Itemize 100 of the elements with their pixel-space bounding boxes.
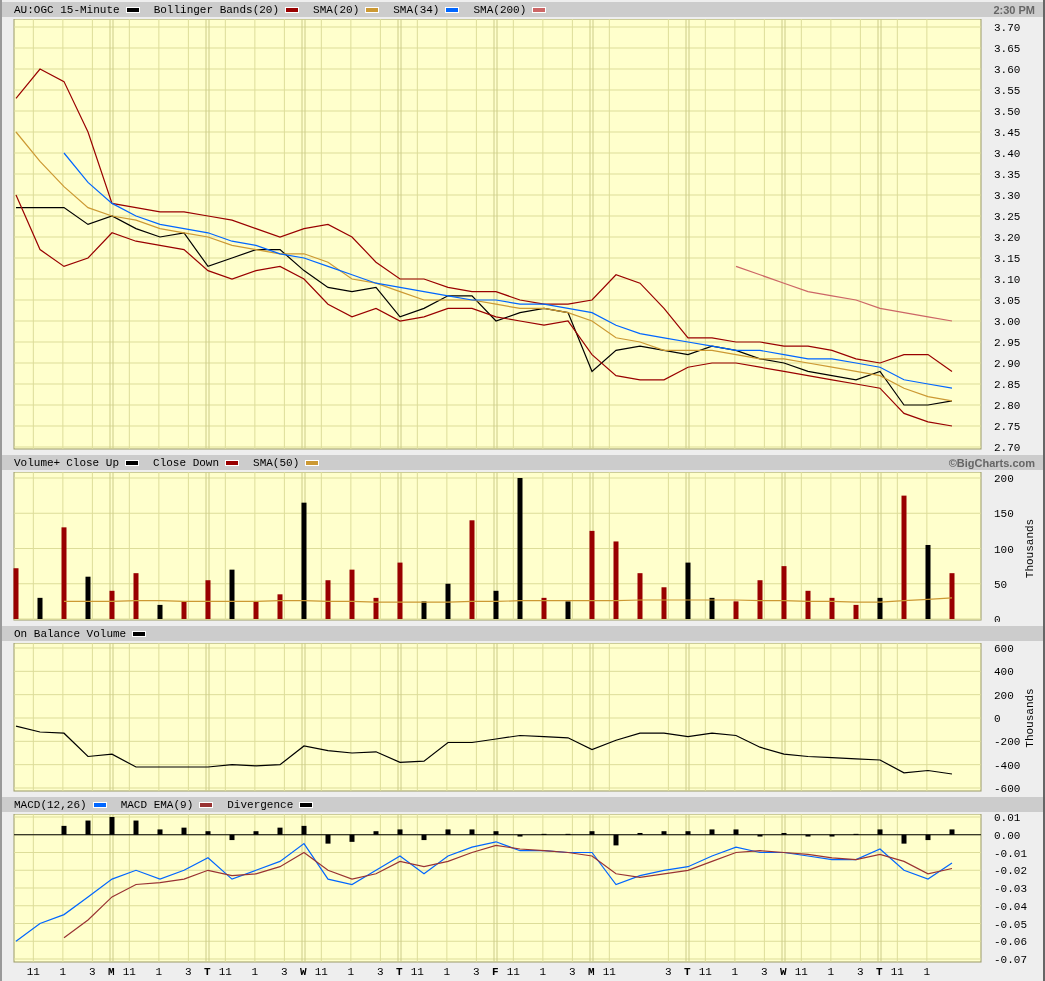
volume-bar xyxy=(493,590,499,619)
legend-label: SMA(34) xyxy=(393,3,440,16)
volume-bar xyxy=(181,601,187,619)
volume-bar xyxy=(637,573,643,619)
legend-label: MACD EMA(9) xyxy=(120,798,194,811)
axis-tick-label: 2.90 xyxy=(994,358,1021,370)
axis-tick-label: -0.07 xyxy=(994,954,1027,966)
axis-tick-label: 100 xyxy=(994,543,1014,556)
volume-bar xyxy=(229,569,235,619)
axis-title: Thousands xyxy=(1024,688,1036,748)
legend-label: Close Down xyxy=(153,456,220,469)
axis-title: Thousands xyxy=(1024,518,1036,579)
legend-label: Close Up xyxy=(66,456,120,469)
legend-label: SMA(200) xyxy=(473,3,527,16)
axis-tick-label: 11 xyxy=(602,966,616,978)
axis-tick-label: -0.02 xyxy=(994,865,1027,878)
legend-label: SMA(50) xyxy=(253,456,300,469)
day-label: F xyxy=(492,966,499,978)
axis-tick-label: 3.50 xyxy=(994,106,1021,118)
axis-tick-label: 150 xyxy=(994,508,1014,521)
volume-bar xyxy=(37,597,43,619)
legend-label: SMA(20) xyxy=(313,3,360,16)
volume-bar xyxy=(421,601,427,619)
volume-bar xyxy=(853,604,859,619)
axis-tick-label: 3 xyxy=(281,966,288,978)
volume-bar xyxy=(877,597,883,619)
axis-tick-label: 3.15 xyxy=(994,253,1021,265)
axis-tick-label: -0.06 xyxy=(994,936,1027,949)
axis-tick-label: 11 xyxy=(410,966,424,978)
axis-tick-label: 11 xyxy=(794,966,808,978)
axis-tick-label: 200 xyxy=(994,473,1014,485)
axis-tick-label: 1 xyxy=(443,966,451,978)
volume-bar xyxy=(349,569,355,619)
day-label: T xyxy=(204,966,211,978)
volume-bar xyxy=(805,590,811,619)
axis-tick-label: -0.04 xyxy=(994,900,1027,913)
axis-tick-label: 3 xyxy=(857,966,864,978)
axis-tick-label: 3 xyxy=(761,966,768,978)
volume-bar xyxy=(373,597,379,619)
axis-tick-label: 1 xyxy=(347,966,355,978)
volume-bar xyxy=(661,587,667,619)
day-label: T xyxy=(396,966,403,978)
axis-tick-label: 2.75 xyxy=(994,421,1021,433)
axis-tick-label: -0.01 xyxy=(994,847,1027,860)
axis-tick-label: 1 xyxy=(251,966,259,978)
axis-tick-label: 600 xyxy=(994,643,1014,655)
axis-tick-label: 3.40 xyxy=(994,148,1021,160)
volume-bar xyxy=(13,568,19,619)
axis-tick-label: -200 xyxy=(994,736,1021,749)
axis-tick-label: 3.35 xyxy=(994,169,1021,181)
axis-tick-label: 3 xyxy=(377,966,384,978)
header-note: ©BigCharts.com xyxy=(948,456,1035,469)
volume-bar xyxy=(541,597,547,619)
volume-bar xyxy=(709,597,715,619)
volume-bar xyxy=(397,562,403,619)
legend-label: AU:OGC 15-Minute xyxy=(14,3,120,16)
day-label: W xyxy=(780,966,787,978)
axis-tick-label: 2.80 xyxy=(994,400,1021,412)
volume-bar xyxy=(205,580,211,619)
legend-title: Volume+ xyxy=(14,456,61,469)
volume-bar xyxy=(133,573,139,619)
day-label: W xyxy=(300,966,307,978)
axis-tick-label: 11 xyxy=(218,966,232,978)
volume-bar xyxy=(253,601,259,619)
header-note: 2:30 PM xyxy=(993,3,1035,16)
legend-label: Divergence xyxy=(227,798,294,811)
volume-bar xyxy=(733,601,739,619)
axis-tick-label: 3.65 xyxy=(994,43,1021,55)
axis-tick-label: 3 xyxy=(569,966,576,978)
volume-bar xyxy=(781,566,787,619)
axis-tick-label: 3.10 xyxy=(994,274,1021,286)
axis-tick-label: 200 xyxy=(994,689,1014,702)
volume-bar xyxy=(565,601,571,619)
axis-tick-label: 0.01 xyxy=(994,814,1021,824)
axis-tick-label: 3.70 xyxy=(994,22,1021,34)
legend-label: Bollinger Bands(20) xyxy=(153,3,280,16)
day-label: M xyxy=(108,966,115,978)
legend-label: On Balance Volume xyxy=(14,627,127,640)
volume-bar xyxy=(109,590,115,619)
volume-bar xyxy=(685,562,691,619)
axis-tick-label: 11 xyxy=(122,966,136,978)
volume-bar xyxy=(445,583,451,619)
axis-tick-label: 3 xyxy=(473,966,480,978)
axis-tick-label: -600 xyxy=(994,783,1021,793)
axis-tick-label: 1 xyxy=(59,966,67,978)
axis-tick-label: 11 xyxy=(314,966,328,978)
axis-tick-label: 3.20 xyxy=(994,232,1021,244)
axis-tick-label: 3.30 xyxy=(994,190,1021,202)
axis-tick-label: 11 xyxy=(698,966,712,978)
axis-tick-label: 400 xyxy=(994,666,1014,679)
axis-tick-label: 50 xyxy=(994,578,1008,591)
volume-bar xyxy=(829,597,835,619)
axis-tick-label: -0.03 xyxy=(994,883,1027,895)
axis-tick-label: 3.00 xyxy=(994,316,1021,328)
axis-tick-label: -0.05 xyxy=(994,918,1027,931)
axis-tick-label: 3.25 xyxy=(994,211,1021,223)
legend-label: MACD(12,26) xyxy=(14,798,87,811)
axis-tick-label: 1 xyxy=(155,966,163,978)
axis-tick-label: 3.05 xyxy=(994,295,1021,307)
axis-tick-label: 2.85 xyxy=(994,379,1021,391)
